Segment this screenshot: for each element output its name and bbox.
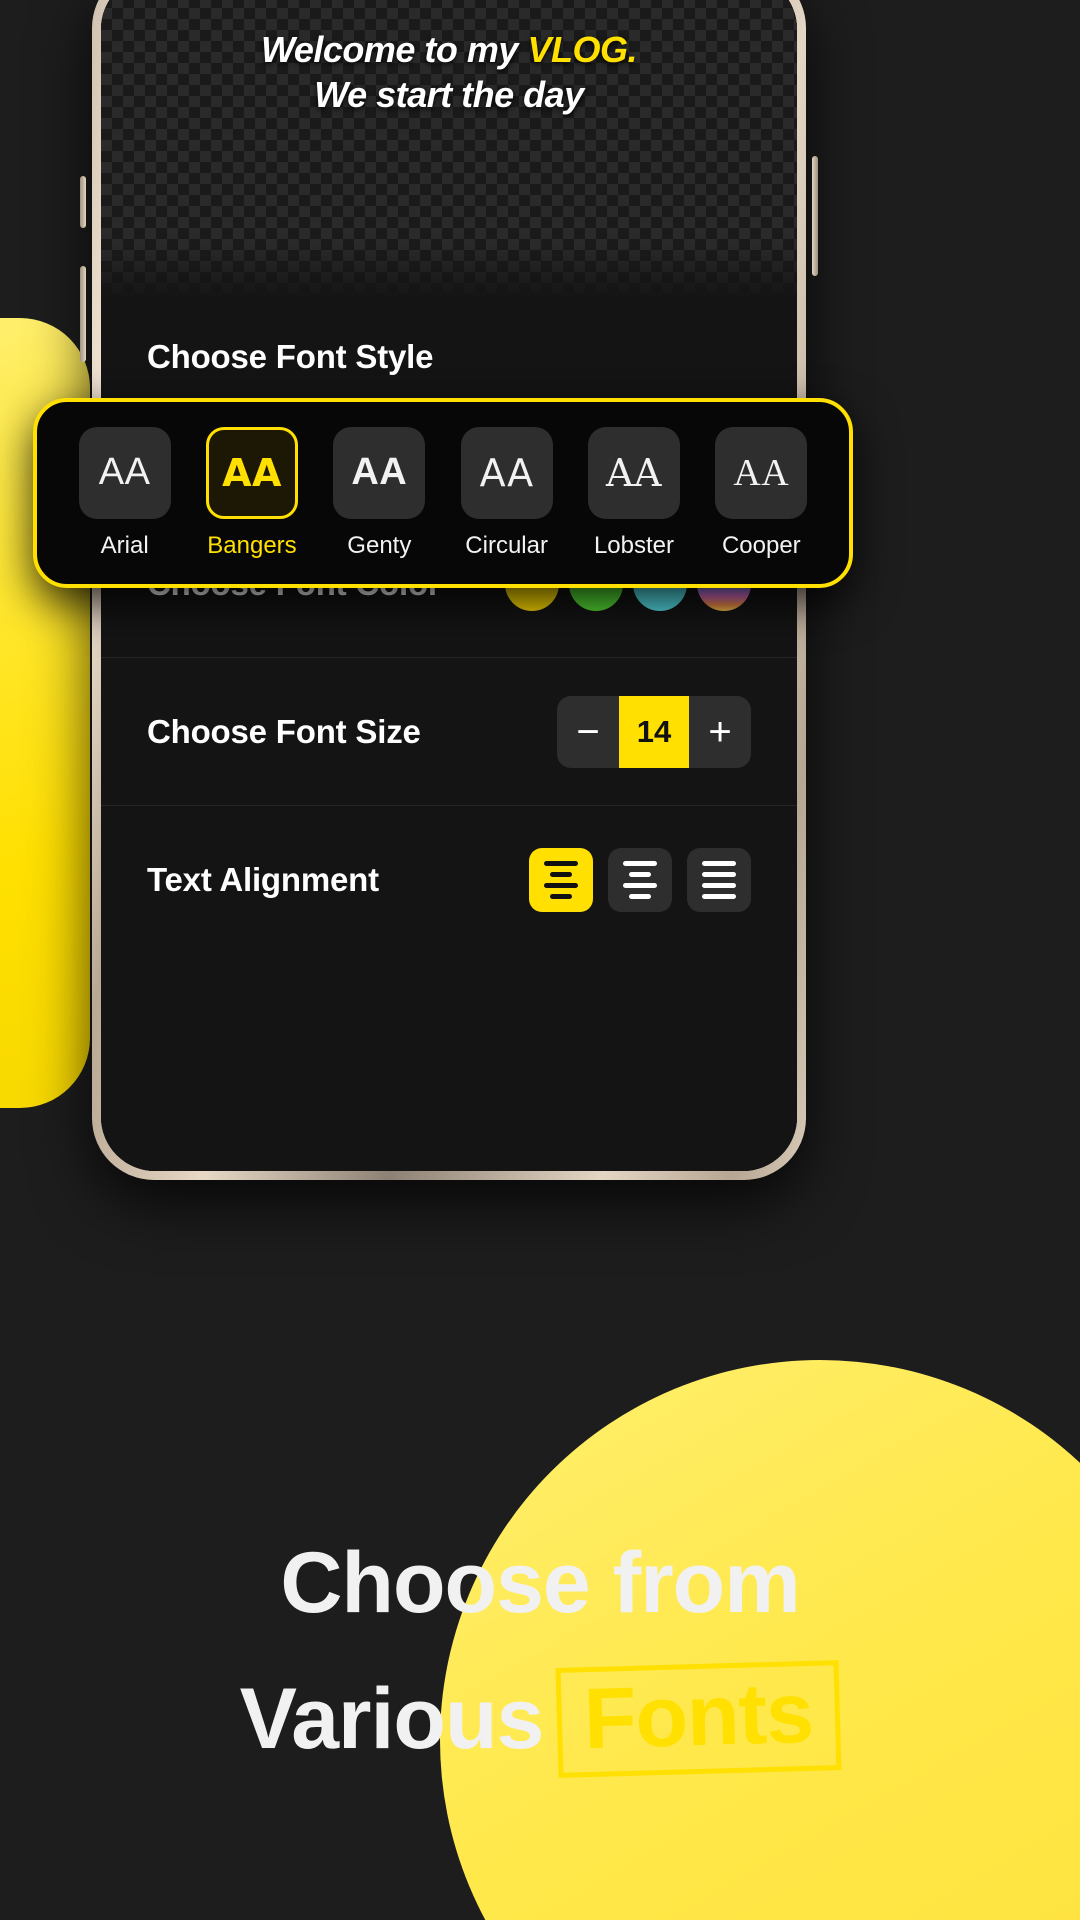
font-style-option-arial[interactable]: AA Arial — [69, 426, 181, 560]
label-choose-font-size: Choose Font Size — [147, 712, 421, 750]
preview-line-1-highlight: VLOG. — [527, 29, 637, 70]
font-size-stepper: − 14 + — [557, 695, 751, 768]
font-style-option-bangers[interactable]: AA Bangers — [196, 426, 308, 560]
font-label-cooper: Cooper — [721, 531, 801, 559]
font-style-option-lobster[interactable]: AA Lobster — [578, 426, 690, 560]
preview-line-1-plain: Welcome to my — [261, 29, 528, 70]
phone-button-silent — [80, 176, 86, 228]
align-left-icon[interactable] — [529, 848, 593, 912]
preview-line-2: We start the day — [314, 74, 584, 115]
headline-line-2: Various Fonts — [0, 1660, 1080, 1778]
font-style-option-cooper[interactable]: AA Cooper — [705, 426, 817, 560]
headline-line-2-plain: Various — [239, 1670, 545, 1767]
font-sample-genty: AA — [333, 426, 426, 519]
font-label-bangers: Bangers — [207, 531, 297, 559]
promo-headline: Choose from Various Fonts — [0, 1535, 1080, 1778]
font-label-genty: Genty — [347, 531, 412, 559]
font-sample-circular: AA — [460, 426, 553, 519]
font-label-circular: Circular — [465, 531, 548, 559]
label-choose-font-style: Choose Font Style — [147, 338, 434, 375]
row-text-alignment: Text Alignment — [101, 806, 797, 954]
phone-button-power — [812, 156, 818, 276]
font-label-arial: Arial — [100, 531, 149, 559]
font-sample-cooper: AA — [715, 426, 808, 519]
row-choose-font-size: Choose Font Size − 14 + — [101, 658, 797, 806]
headline-line-2-boxed: Fonts — [555, 1660, 842, 1778]
font-size-decrease-button[interactable]: − — [557, 696, 619, 768]
align-justify-icon[interactable] — [687, 848, 751, 912]
font-sample-bangers: AA — [205, 426, 298, 519]
font-style-option-genty[interactable]: AA Genty — [323, 426, 435, 560]
font-size-value[interactable]: 14 — [619, 695, 689, 768]
text-preview-canvas[interactable]: Welcome to my VLOG. We start the day — [101, 0, 797, 300]
preview-overlay-text: Welcome to my VLOG. We start the day — [101, 27, 797, 117]
headline-line-1: Choose from — [280, 1535, 800, 1631]
font-sample-lobster: AA — [587, 426, 680, 519]
font-sample-arial: AA — [78, 426, 171, 519]
label-text-alignment: Text Alignment — [147, 861, 379, 898]
phone-mockup: Welcome to my VLOG. We start the day Cho… — [80, 0, 818, 1180]
phone-button-volume — [80, 266, 86, 362]
font-label-lobster: Lobster — [593, 531, 674, 559]
text-alignment-group — [529, 848, 751, 912]
promo-screenshot: Welcome to my VLOG. We start the day Cho… — [0, 0, 1080, 1920]
preview-line-1: Welcome to my VLOG. — [101, 27, 797, 72]
align-center-icon[interactable] — [608, 848, 672, 912]
font-style-picker-popup: AA Arial AA Bangers AA Genty AA Circular… — [33, 398, 853, 588]
font-style-option-circular[interactable]: AA Circular — [451, 426, 563, 560]
font-size-increase-button[interactable]: + — [689, 696, 751, 768]
